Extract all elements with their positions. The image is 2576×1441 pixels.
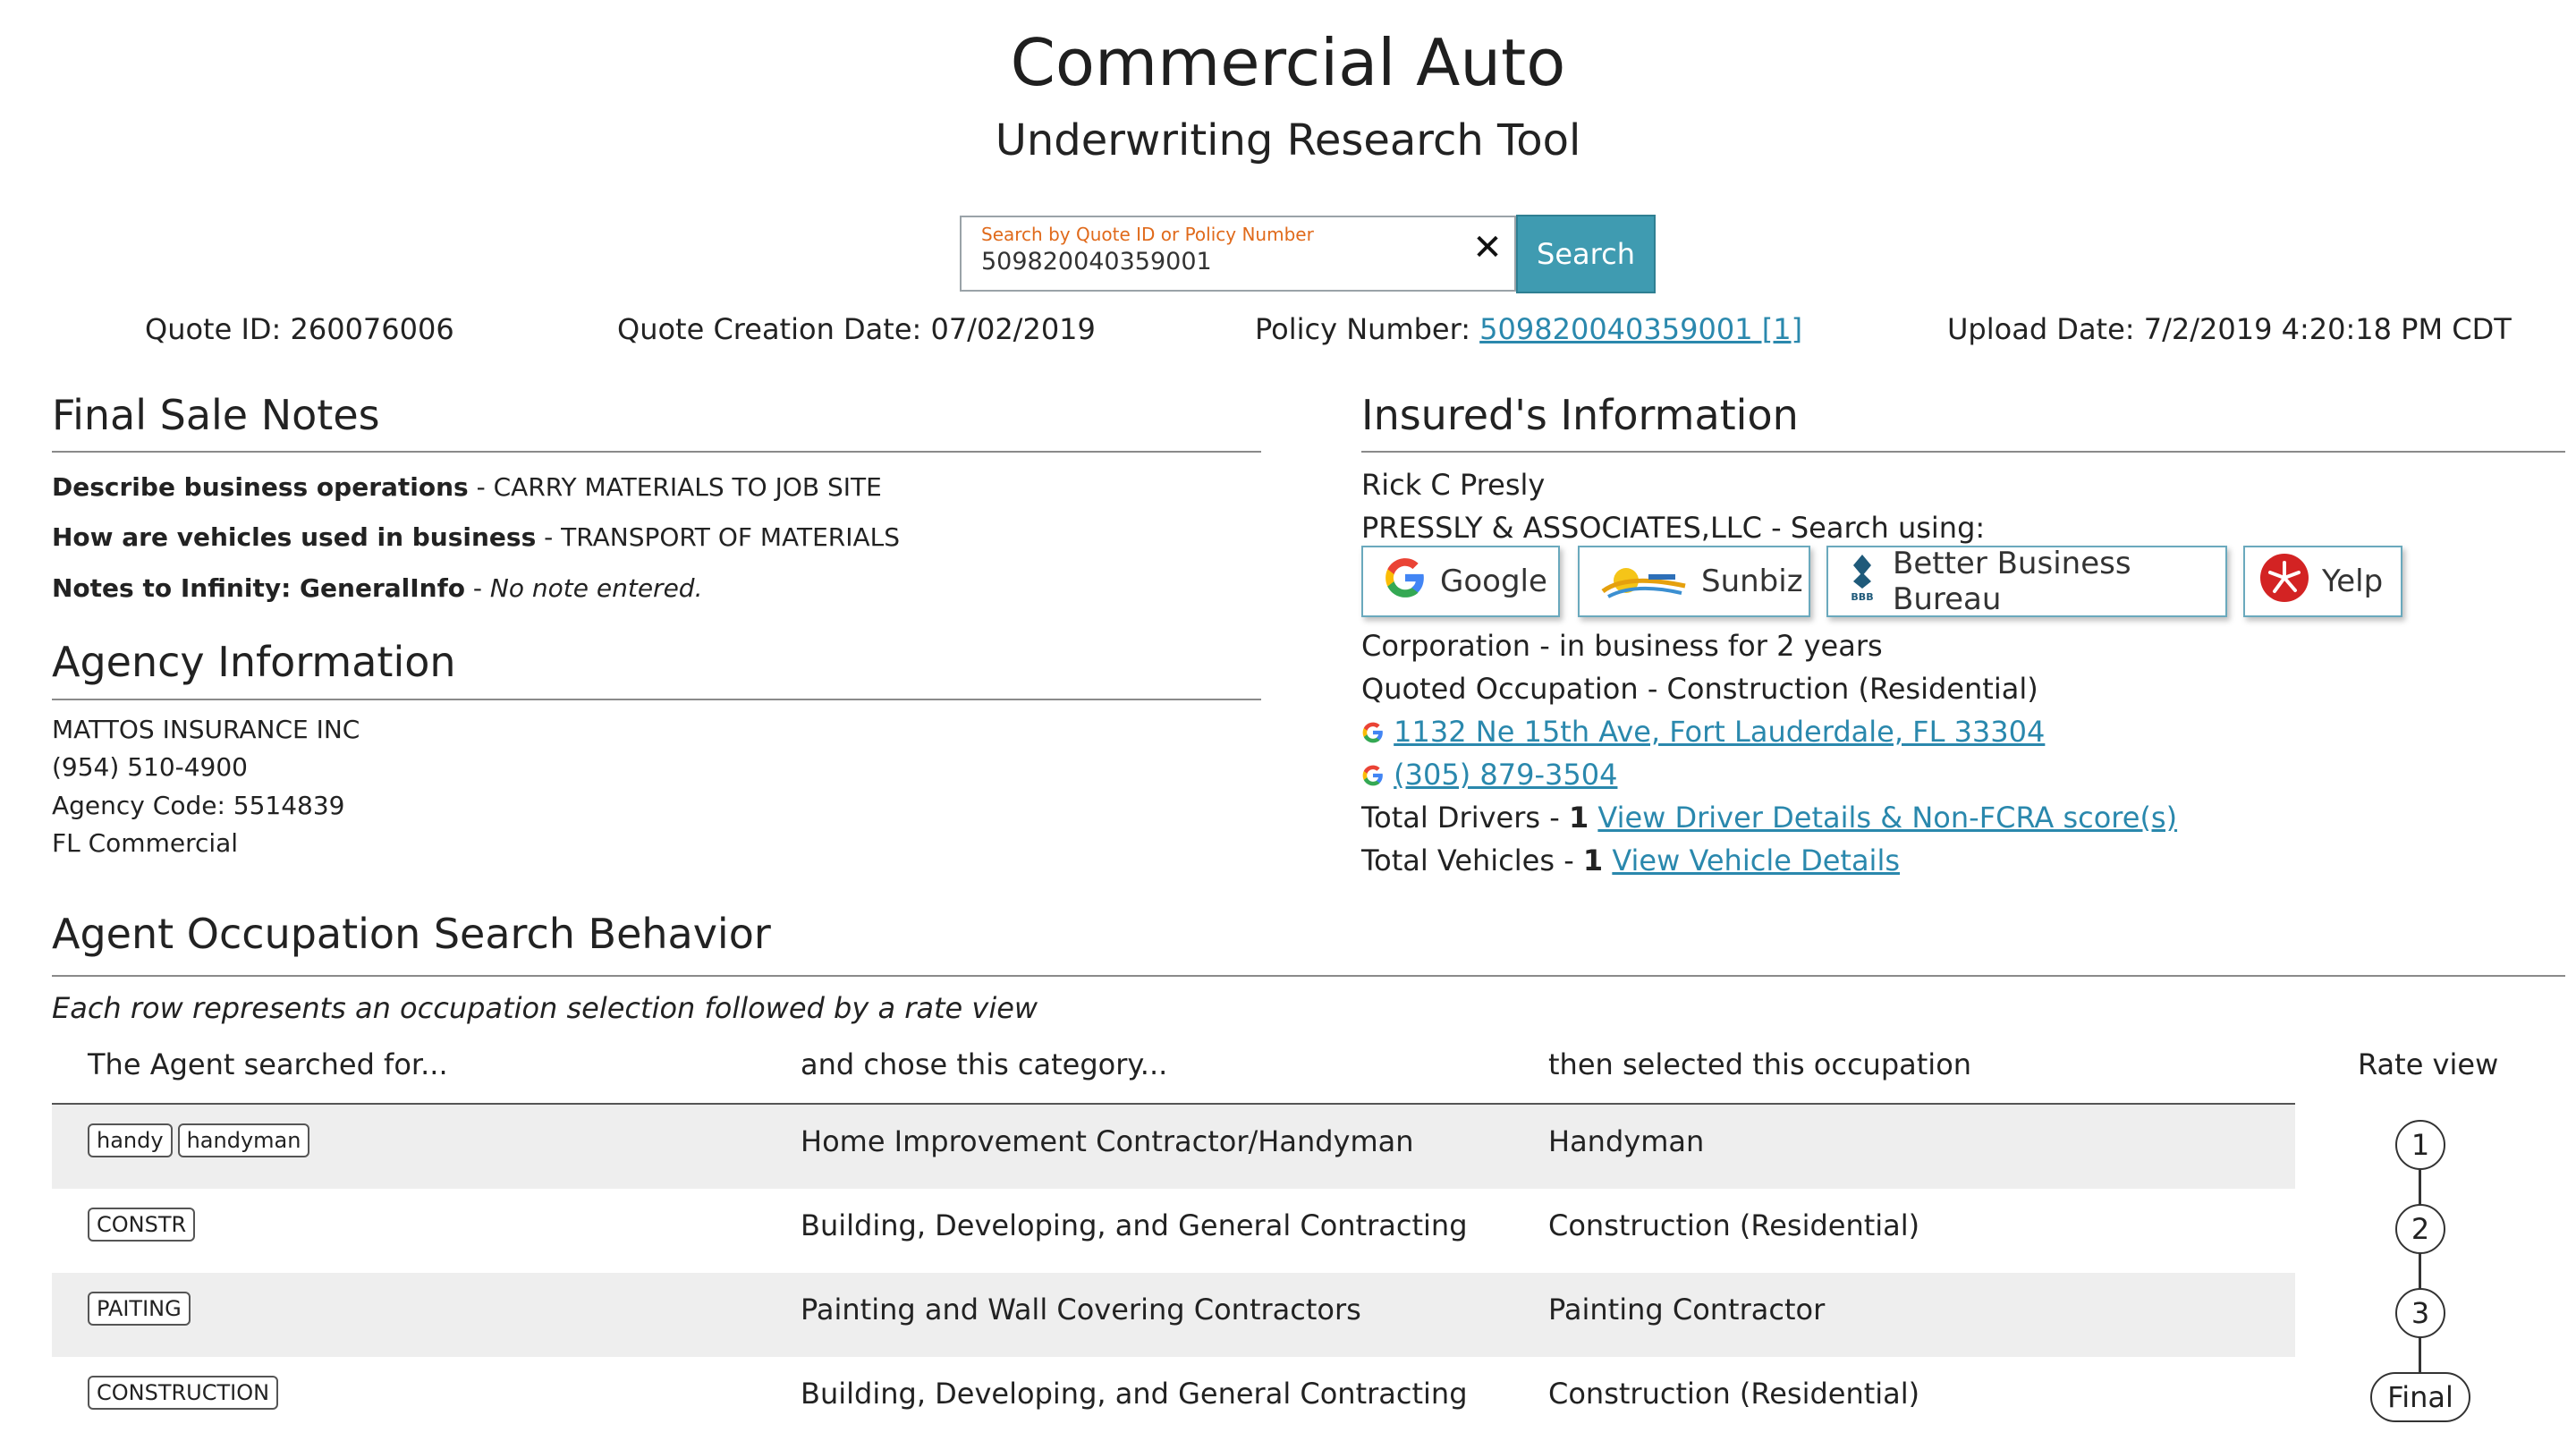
category-cell: Painting and Wall Covering Contractors <box>801 1293 1361 1327</box>
search-terms: CONSTRUCTION <box>88 1376 284 1410</box>
section-divider <box>52 451 1261 453</box>
occupation-cell: Handyman <box>1548 1124 1705 1158</box>
upload-date: Upload Date: 7/2/2019 4:20:18 PM CDT <box>1947 312 2512 346</box>
column-header-occupation: then selected this occupation <box>1548 1047 1972 1081</box>
agency-program: FL Commercial <box>52 828 239 858</box>
agency-phone: (954) 510-4900 <box>52 752 248 782</box>
column-header-category: and chose this category... <box>801 1047 1168 1081</box>
yelp-icon <box>2259 553 2309 611</box>
insured-address: 1132 Ne 15th Ave, Fort Lauderdale, FL 33… <box>1361 710 2045 753</box>
close-x-icon[interactable]: ✕ <box>1470 225 1505 270</box>
address-link[interactable]: 1132 Ne 15th Ave, Fort Lauderdale, FL 33… <box>1394 715 2045 749</box>
yelp-label: Yelp <box>2322 564 2384 599</box>
page-subtitle: Underwriting Research Tool <box>995 115 1581 165</box>
rate-view-step[interactable]: 2 <box>2395 1204 2445 1254</box>
yelp-search-button[interactable]: Yelp <box>2243 546 2402 617</box>
search-terms: CONSTR <box>88 1208 200 1242</box>
search-term-tag: PAITING <box>88 1292 191 1326</box>
insured-business-type: Corporation - in business for 2 years <box>1361 629 1883 663</box>
bbb-label: Better Business Bureau <box>1893 546 2131 617</box>
column-header-rate-view: Rate view <box>2358 1047 2499 1081</box>
sunbiz-search-button[interactable]: Sunbiz <box>1578 546 1810 617</box>
section-divider <box>52 699 1261 700</box>
drivers-count: 1 <box>1568 801 1589 835</box>
policy-number: Policy Number: 509820040359001 [1] <box>1255 309 1802 349</box>
google-icon <box>1383 555 1428 608</box>
search-terms: PAITING <box>88 1292 196 1326</box>
sunbiz-icon <box>1599 555 1689 608</box>
search-term-tag: CONSTR <box>88 1208 196 1242</box>
quote-id: Quote ID: 260076006 <box>145 312 454 346</box>
total-drivers: Total Drivers - 1 View Driver Details & … <box>1361 801 2178 835</box>
rate-view-step[interactable]: 1 <box>2395 1120 2445 1170</box>
insured-business-line: PRESSLY & ASSOCIATES,LLC - Search using: <box>1361 511 1986 545</box>
category-cell: Building, Developing, and General Contra… <box>801 1208 1468 1242</box>
section-divider <box>52 975 2565 977</box>
occupation-search-heading: Agent Occupation Search Behavior <box>52 910 771 958</box>
insured-phone: (305) 879-3504 <box>1361 753 1617 796</box>
search-button[interactable]: Search <box>1516 215 1656 293</box>
search-terms: handy handyman <box>88 1123 315 1157</box>
note-general-info: Notes to Infinity: GeneralInfo - No note… <box>52 573 703 603</box>
total-vehicles: Total Vehicles - 1 View Vehicle Details <box>1361 843 1900 877</box>
occupation-cell: Construction (Residential) <box>1548 1208 1920 1242</box>
quote-creation-date: Quote Creation Date: 07/02/2019 <box>617 312 1096 346</box>
agency-information-heading: Agency Information <box>52 638 456 686</box>
search-term-tag: CONSTRUCTION <box>88 1376 279 1410</box>
bbb-search-button[interactable]: BBB Better Business Bureau <box>1826 546 2227 617</box>
rate-view-step[interactable]: 3 <box>2395 1288 2445 1338</box>
search-input[interactable] <box>981 244 1446 280</box>
insured-name: Rick C Presly <box>1361 468 1546 502</box>
sunbiz-label: Sunbiz <box>1701 564 1803 599</box>
phone-link[interactable]: (305) 879-3504 <box>1394 758 1617 792</box>
vehicle-details-link[interactable]: View Vehicle Details <box>1612 843 1900 877</box>
google-label: Google <box>1440 564 1547 599</box>
category-cell: Building, Developing, and General Contra… <box>801 1377 1468 1411</box>
page-title: Commercial Auto <box>1010 25 1566 100</box>
insured-information-heading: Insured's Information <box>1361 391 1799 439</box>
svg-text:BBB: BBB <box>1851 591 1873 603</box>
rate-view-final[interactable]: Final <box>2370 1372 2470 1422</box>
search-label: Search by Quote ID or Policy Number <box>981 224 1314 245</box>
agency-name: MATTOS INSURANCE INC <box>52 715 360 744</box>
bbb-icon: BBB <box>1844 553 1880 611</box>
vehicles-count: 1 <box>1582 843 1604 877</box>
final-sale-notes-heading: Final Sale Notes <box>52 391 380 439</box>
section-divider <box>1361 451 2565 453</box>
occupation-cell: Construction (Residential) <box>1548 1377 1920 1411</box>
rate-view-connector <box>2419 1170 2421 1372</box>
google-icon <box>1361 758 1394 792</box>
driver-details-link[interactable]: View Driver Details & Non-FCRA score(s) <box>1597 801 2177 835</box>
occupation-search-note: Each row represents an occupation select… <box>52 991 1038 1025</box>
insured-quoted-occupation: Quoted Occupation - Construction (Reside… <box>1361 672 2038 706</box>
note-vehicle-use: How are vehicles used in business - TRAN… <box>52 522 901 552</box>
policy-number-label: Policy Number: <box>1255 312 1470 346</box>
google-icon <box>1361 715 1394 749</box>
google-search-button[interactable]: Google <box>1361 546 1560 617</box>
search-term-tag: handy <box>88 1123 173 1157</box>
note-business-operations: Describe business operations - CARRY MAT… <box>52 472 882 502</box>
occupation-cell: Painting Contractor <box>1548 1293 1826 1327</box>
category-cell: Home Improvement Contractor/Handyman <box>801 1124 1414 1158</box>
search-term-tag: handyman <box>177 1123 310 1157</box>
agency-code: Agency Code: 5514839 <box>52 791 345 820</box>
policy-number-link[interactable]: 509820040359001 [1] <box>1479 312 1802 346</box>
column-header-searched: The Agent searched for... <box>88 1047 448 1081</box>
